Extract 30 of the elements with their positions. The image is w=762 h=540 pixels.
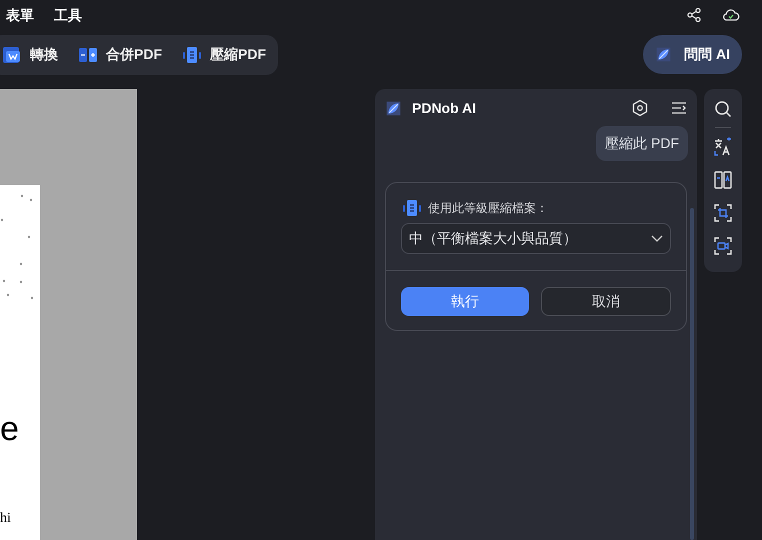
cloud-icon[interactable] (722, 7, 740, 23)
share-icon[interactable] (686, 7, 702, 23)
panel-title: PDNob AI (412, 98, 476, 118)
user-message: 壓縮此 PDF (596, 126, 688, 161)
action-button[interactable]: 執行 (401, 287, 529, 316)
toolbar-button[interactable]: 合併PDF (78, 44, 162, 65)
toolbar-button[interactable]: 轉換 (2, 44, 58, 65)
compress-label: 使用此等級壓縮檔案： (428, 200, 548, 217)
ai-logo-icon (385, 100, 402, 116)
toolbar-button[interactable]: 壓縮PDF (182, 44, 266, 65)
translate-icon[interactable] (713, 137, 733, 157)
compress-icon (182, 46, 202, 64)
chevron-down-icon (651, 234, 663, 242)
compare-icon[interactable] (713, 170, 733, 190)
search-icon[interactable] (714, 100, 732, 118)
screen-record-icon[interactable] (713, 236, 733, 256)
document-text: hi (0, 512, 12, 526)
crop-icon[interactable] (713, 203, 733, 223)
document-text: e (0, 412, 19, 446)
ask-ai-button[interactable]: 問問 AI (643, 35, 742, 74)
ai-logo-icon (655, 46, 672, 63)
action-button[interactable]: 取消 (541, 287, 671, 316)
compress-icon (402, 199, 422, 217)
merge-icon (78, 46, 98, 64)
document-icon (2, 46, 22, 64)
menu-item[interactable]: 表單 (6, 4, 34, 26)
settings-icon[interactable] (631, 99, 649, 117)
collapse-icon[interactable] (671, 101, 687, 115)
menu-item[interactable]: 工具 (54, 4, 82, 26)
level-select[interactable]: 中（平衡檔案大小與品質） (401, 223, 671, 254)
